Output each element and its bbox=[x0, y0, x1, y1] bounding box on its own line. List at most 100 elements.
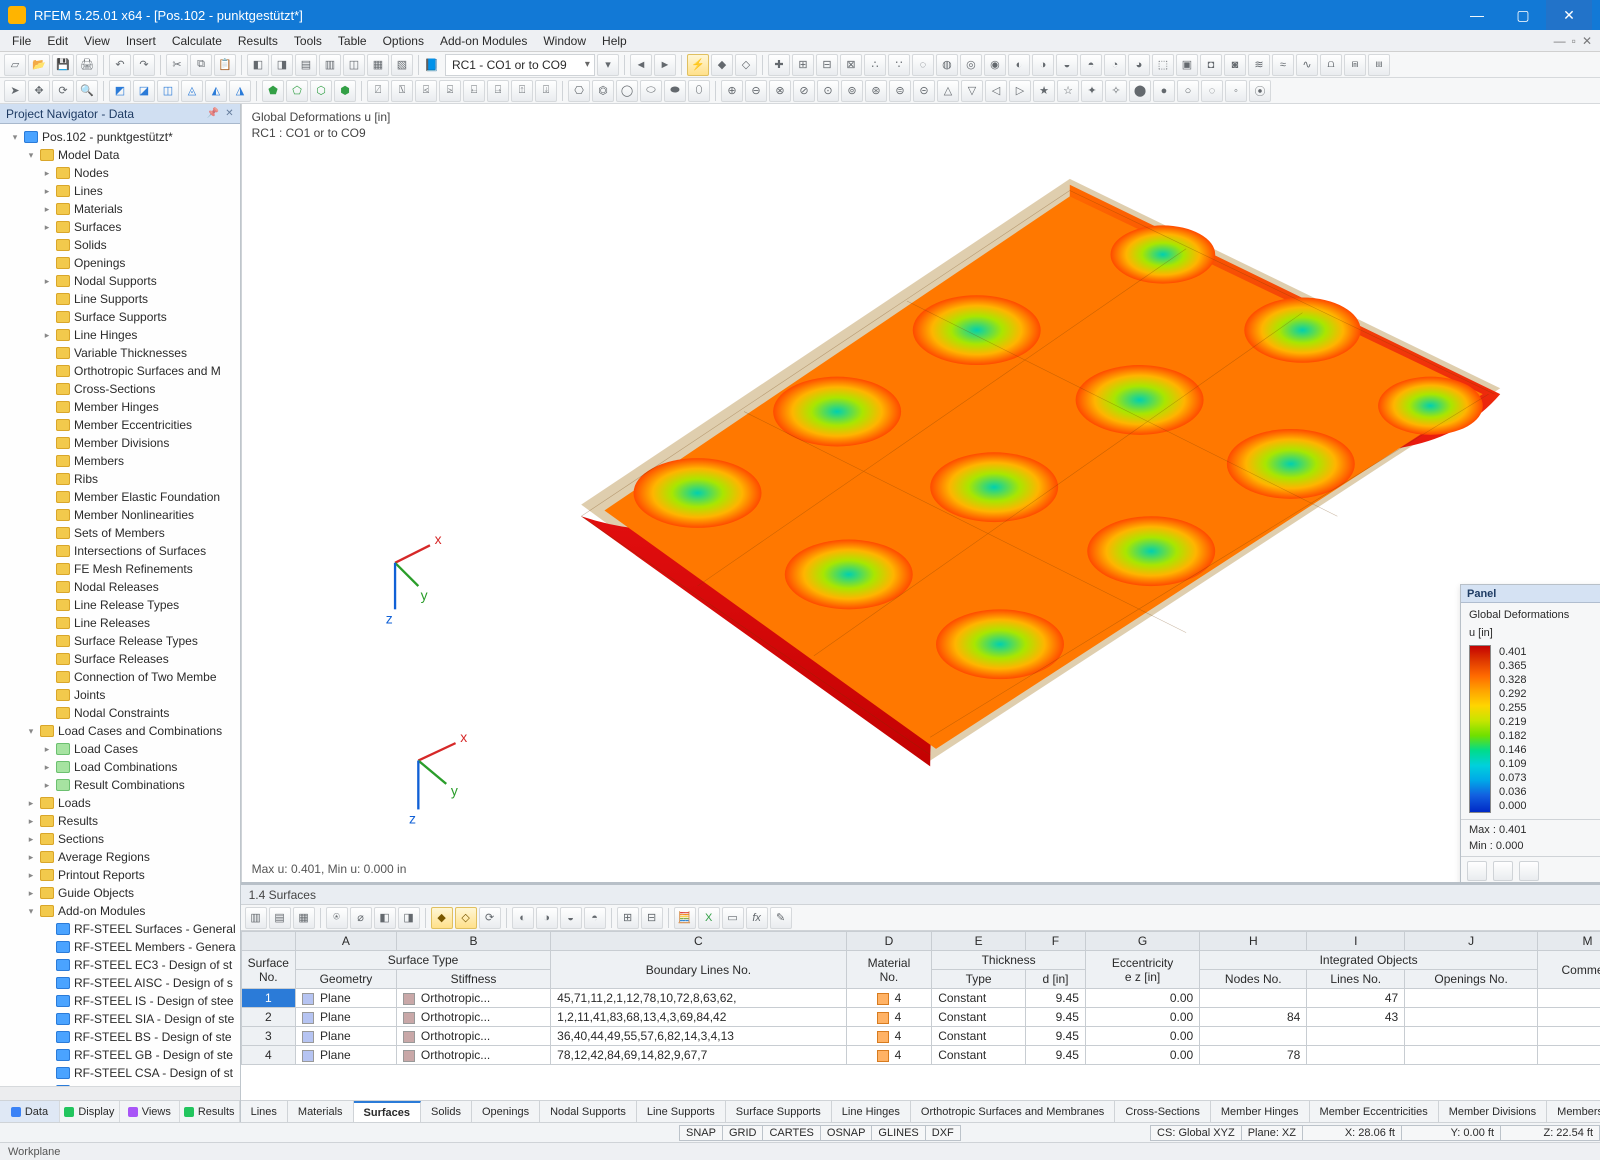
col-letter[interactable]: G bbox=[1085, 932, 1199, 951]
tb2-y[interactable]: ⊕ bbox=[721, 80, 743, 102]
cell-comment[interactable] bbox=[1537, 1046, 1600, 1065]
cell-nodes[interactable] bbox=[1200, 989, 1307, 1008]
nav-tab-display[interactable]: Display bbox=[60, 1101, 120, 1122]
tb1-n[interactable]: ∴ bbox=[864, 54, 886, 76]
tt-o[interactable]: ⊞ bbox=[617, 907, 639, 929]
table-tab[interactable]: Members bbox=[1547, 1101, 1600, 1122]
tree-item[interactable]: RF-STEEL GB - Design of ste bbox=[0, 1046, 240, 1064]
cell-nodes[interactable]: 84 bbox=[1200, 1008, 1307, 1027]
redo-icon[interactable]: ↷ bbox=[133, 54, 155, 76]
tt-m[interactable]: ◒ bbox=[560, 907, 582, 929]
col-letter[interactable]: A bbox=[295, 932, 396, 951]
tree-item[interactable]: ▸Nodes bbox=[0, 164, 240, 182]
tree-item[interactable]: RF-STEEL IS - Design of stee bbox=[0, 992, 240, 1010]
cell-thickness-type[interactable]: Constant bbox=[932, 1046, 1026, 1065]
table-tab[interactable]: Member Divisions bbox=[1439, 1101, 1547, 1122]
tree-item[interactable]: RF-STEEL CSA - Design of st bbox=[0, 1064, 240, 1082]
table-tab[interactable]: Lines bbox=[241, 1101, 288, 1122]
cell-thickness-type[interactable]: Constant bbox=[932, 1008, 1026, 1027]
undo-icon[interactable]: ↶ bbox=[109, 54, 131, 76]
tree-item[interactable]: ▸Materials bbox=[0, 200, 240, 218]
tb2-ak[interactable]: ▷ bbox=[1009, 80, 1031, 102]
cell-material[interactable]: 4 bbox=[846, 1008, 932, 1027]
cell-geometry[interactable]: Plane bbox=[295, 989, 396, 1008]
tb2-d[interactable]: ◬ bbox=[181, 80, 203, 102]
tb2-ah[interactable]: △ bbox=[937, 80, 959, 102]
col-letter[interactable]: B bbox=[396, 932, 550, 951]
cell-boundary[interactable]: 1,2,11,41,83,68,13,4,3,69,84,42 bbox=[551, 1008, 847, 1027]
table-tab[interactable]: Surface Supports bbox=[726, 1101, 832, 1122]
cell-thickness-d[interactable]: 9.45 bbox=[1026, 1027, 1086, 1046]
tree-item[interactable]: RF-STEEL EC3 - Design of st bbox=[0, 956, 240, 974]
save-icon[interactable]: 💾 bbox=[52, 54, 74, 76]
cell-comment[interactable] bbox=[1537, 1027, 1600, 1046]
tree-item[interactable]: ▸Average Regions bbox=[0, 848, 240, 866]
tb1-ad[interactable]: ≋ bbox=[1248, 54, 1270, 76]
tt-l[interactable]: ◑ bbox=[536, 907, 558, 929]
cell-openings[interactable] bbox=[1405, 989, 1538, 1008]
tt-fx-icon[interactable]: fx bbox=[746, 907, 768, 929]
tb2-at[interactable]: ◦ bbox=[1225, 80, 1247, 102]
table-grid[interactable]: ABCDEFGHIJMSurfaceNo.Surface TypeBoundar… bbox=[241, 931, 1600, 1100]
table-tab[interactable]: Nodal Supports bbox=[540, 1101, 637, 1122]
tb2-v[interactable]: ⬭ bbox=[640, 80, 662, 102]
table-tab[interactable]: Member Hinges bbox=[1211, 1101, 1310, 1122]
tt-b[interactable]: ▤ bbox=[269, 907, 291, 929]
tt-d[interactable]: ⍟ bbox=[326, 907, 348, 929]
tree-item[interactable]: Member Elastic Foundation bbox=[0, 488, 240, 506]
tree-item[interactable]: RF-STEEL Members - Genera bbox=[0, 938, 240, 956]
cell-stiffness[interactable]: Orthotropic... bbox=[396, 1027, 550, 1046]
maximize-button[interactable]: ▢ bbox=[1500, 0, 1546, 30]
col-letter[interactable]: I bbox=[1307, 932, 1405, 951]
col-letter[interactable]: D bbox=[846, 932, 932, 951]
cell-lines[interactable] bbox=[1307, 1046, 1405, 1065]
cell-material[interactable]: 4 bbox=[846, 1027, 932, 1046]
tt-e[interactable]: ⌀ bbox=[350, 907, 372, 929]
panel-btn-2[interactable] bbox=[1493, 861, 1513, 881]
table-header[interactable]: Comment bbox=[1537, 951, 1600, 989]
table-tab[interactable]: Line Supports bbox=[637, 1101, 726, 1122]
new-icon[interactable]: ▱ bbox=[4, 54, 26, 76]
tb1-f[interactable]: ▦ bbox=[367, 54, 389, 76]
status-indicator[interactable]: OSNAP bbox=[820, 1125, 873, 1141]
col-letter[interactable]: F bbox=[1026, 932, 1086, 951]
table-header[interactable]: Integrated Objects bbox=[1200, 951, 1538, 970]
navigator-pin-icon[interactable]: 📌 bbox=[207, 108, 219, 119]
tb1-b[interactable]: ◨ bbox=[271, 54, 293, 76]
menu-edit[interactable]: Edit bbox=[39, 32, 76, 50]
status-indicator[interactable]: GLINES bbox=[871, 1125, 925, 1141]
cell-lines[interactable]: 43 bbox=[1307, 1008, 1405, 1027]
tree-item[interactable]: RF-STEEL Surfaces - General bbox=[0, 920, 240, 938]
table-header[interactable]: Nodes No. bbox=[1200, 970, 1307, 989]
tb2-e[interactable]: ◭ bbox=[205, 80, 227, 102]
tt-g[interactable]: ◨ bbox=[398, 907, 420, 929]
col-letter[interactable]: H bbox=[1200, 932, 1307, 951]
table-header[interactable]: Lines No. bbox=[1307, 970, 1405, 989]
tt-k[interactable]: ◐ bbox=[512, 907, 534, 929]
menu-options[interactable]: Options bbox=[375, 32, 432, 50]
tree-item[interactable]: ▸Lines bbox=[0, 182, 240, 200]
table-tab[interactable]: Member Eccentricities bbox=[1310, 1101, 1439, 1122]
tree-item[interactable]: FE Mesh Refinements bbox=[0, 560, 240, 578]
nav-tab-data[interactable]: Data bbox=[0, 1101, 60, 1122]
cell-lines[interactable] bbox=[1307, 1027, 1405, 1046]
cell-lines[interactable]: 47 bbox=[1307, 989, 1405, 1008]
menu-window[interactable]: Window bbox=[535, 32, 594, 50]
table-tab[interactable]: Cross-Sections bbox=[1115, 1101, 1211, 1122]
cut-icon[interactable]: ✂ bbox=[166, 54, 188, 76]
tt-h[interactable]: ◆ bbox=[431, 907, 453, 929]
cell-thickness-d[interactable]: 9.45 bbox=[1026, 1046, 1086, 1065]
tb1-m[interactable]: ⊠ bbox=[840, 54, 862, 76]
nav-next-icon[interactable]: ► bbox=[654, 54, 676, 76]
tb1-af[interactable]: ∿ bbox=[1296, 54, 1318, 76]
table-header[interactable]: SurfaceNo. bbox=[241, 951, 295, 989]
tb1-l[interactable]: ⊟ bbox=[816, 54, 838, 76]
tree-item[interactable]: ▸Sections bbox=[0, 830, 240, 848]
cell-thickness-type[interactable]: Constant bbox=[932, 1027, 1026, 1046]
viewport-3d[interactable]: Global Deformations u [in] RC1 : CO1 or … bbox=[241, 104, 1600, 882]
tb2-au[interactable]: ⦿ bbox=[1249, 80, 1271, 102]
tb1-ag[interactable]: ⩍ bbox=[1320, 54, 1342, 76]
cell-nodes[interactable]: 78 bbox=[1200, 1046, 1307, 1065]
tb1-ai[interactable]: ⩏ bbox=[1368, 54, 1390, 76]
tb2-ae[interactable]: ⊛ bbox=[865, 80, 887, 102]
